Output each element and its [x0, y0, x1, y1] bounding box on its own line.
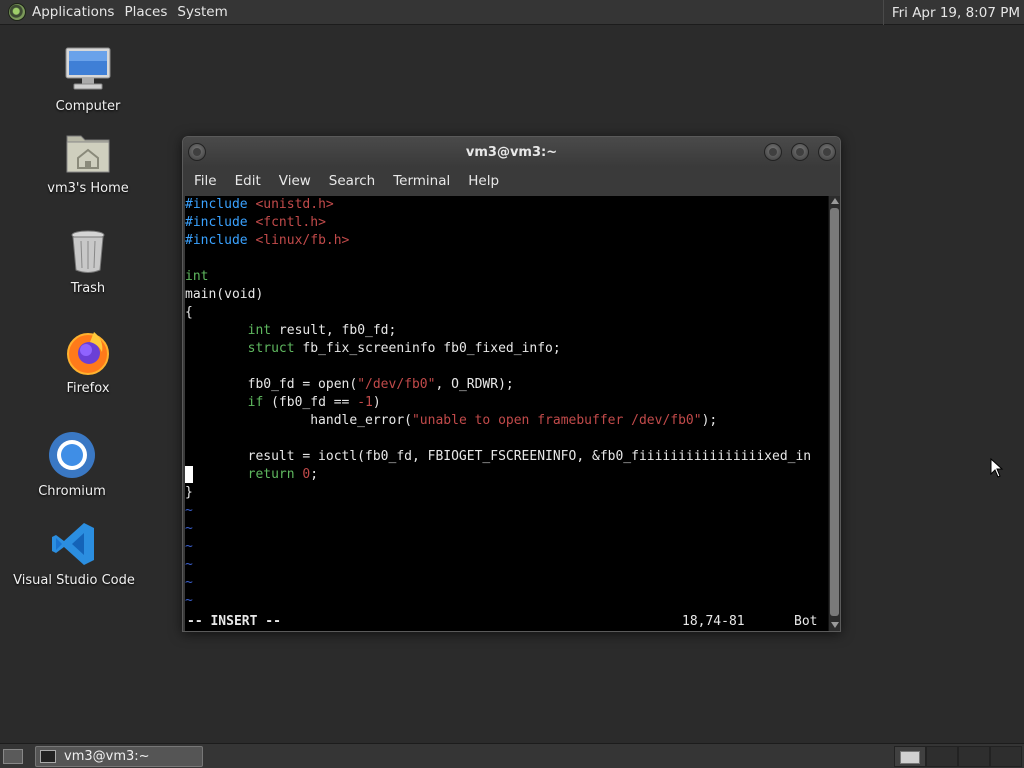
- trash-icon: [64, 228, 112, 276]
- desktop-icon-label: Visual Studio Code: [13, 573, 135, 588]
- scrollbar-thumb[interactable]: [830, 208, 839, 616]
- code-line: ~: [185, 557, 193, 572]
- code-line: handle_error("unable to open framebuffer…: [185, 413, 718, 428]
- desktop-icon-label: Computer: [55, 99, 121, 114]
- code-line: ~: [185, 503, 193, 518]
- system-menu[interactable]: System: [175, 0, 235, 25]
- code-line: #include <linux/fb.h>: [185, 233, 350, 248]
- places-menu-label: Places: [124, 4, 168, 20]
- code-line: #include <fcntl.h>: [185, 215, 326, 230]
- taskbar-terminal-label: vm3@vm3:~: [64, 749, 150, 764]
- taskbar-terminal-button[interactable]: vm3@vm3:~: [35, 746, 203, 767]
- places-menu[interactable]: Places: [122, 0, 175, 25]
- terminal-text-area[interactable]: #include <unistd.h> #include <fcntl.h> #in…: [185, 196, 828, 631]
- window-titlebar[interactable]: vm3@vm3:~: [183, 137, 840, 167]
- code-line: #include <unistd.h>: [185, 197, 334, 212]
- code-line: ~: [185, 521, 193, 536]
- cursor-position: 18,74-81: [682, 614, 745, 629]
- workspace-3[interactable]: [958, 746, 990, 767]
- code-line: fb0_fd = open("/dev/fb0", O_RDWR);: [185, 377, 514, 392]
- desktop-icon-home[interactable]: vm3's Home: [28, 128, 148, 196]
- home-folder-icon: [64, 128, 112, 176]
- desktop-icon-label: vm3's Home: [47, 181, 129, 196]
- code-line: int result, fb0_fd;: [247, 323, 397, 338]
- vim-status-line: -- INSERT -- 18,74-81 Bot: [185, 613, 828, 631]
- maximize-button[interactable]: [791, 143, 809, 161]
- chromium-icon: [48, 431, 96, 479]
- terminal-icon: [40, 750, 56, 763]
- desktop-icon-chromium[interactable]: Chromium: [12, 431, 132, 499]
- desktop-icon-label: Chromium: [38, 484, 106, 499]
- vim-mode-indicator: -- INSERT --: [187, 614, 281, 629]
- scroll-up-arrow-icon[interactable]: [831, 198, 839, 204]
- top-panel: Applications Places System Fri Apr 19, 8…: [0, 0, 1024, 25]
- terminal-scrollbar[interactable]: [828, 196, 840, 631]
- desktop-icon-firefox[interactable]: Firefox: [28, 328, 148, 396]
- workspace-2[interactable]: [926, 746, 958, 767]
- desktop-icon-vscode[interactable]: Visual Studio Code: [13, 520, 135, 588]
- code-line: ~: [185, 593, 193, 608]
- close-button[interactable]: [818, 143, 836, 161]
- menu-search[interactable]: Search: [320, 173, 384, 189]
- minimize-button[interactable]: [764, 143, 782, 161]
- terminal-window: vm3@vm3:~ File Edit View Search Terminal…: [182, 136, 841, 632]
- window-menu-button[interactable]: [188, 143, 206, 161]
- code-line: struct fb_fix_screeninfo fb0_fixed_info;: [247, 341, 561, 356]
- code-line: }: [185, 485, 193, 500]
- code-line: result = ioctl(fb0_fd, FBIOGET_FSCREENIN…: [185, 449, 812, 464]
- text-cursor: [185, 466, 193, 483]
- distro-logo-icon: [8, 3, 26, 21]
- show-desktop-icon[interactable]: [3, 749, 23, 764]
- menu-terminal[interactable]: Terminal: [384, 173, 459, 189]
- workspace-switcher: [894, 746, 1022, 767]
- code-editor: #include <unistd.h> #include <fcntl.h> #in…: [185, 196, 828, 610]
- scroll-down-arrow-icon[interactable]: [831, 622, 839, 628]
- bottom-panel: vm3@vm3:~: [0, 743, 1024, 768]
- scroll-position: Bot: [794, 614, 818, 629]
- desktop-icon-trash[interactable]: Trash: [28, 228, 148, 296]
- menu-help[interactable]: Help: [459, 173, 508, 189]
- applications-menu-label: Applications: [32, 4, 115, 20]
- code-line: ~: [185, 539, 193, 554]
- code-line: int: [185, 269, 209, 284]
- window-title: vm3@vm3:~: [465, 144, 558, 160]
- menu-file[interactable]: File: [185, 173, 226, 189]
- clock[interactable]: Fri Apr 19, 8:07 PM: [882, 0, 1020, 25]
- code-line: return 0;: [185, 466, 828, 484]
- firefox-icon: [64, 328, 112, 376]
- terminal-menubar: File Edit View Search Terminal Help: [183, 167, 840, 195]
- mouse-pointer-icon: [990, 458, 1004, 478]
- menu-edit[interactable]: Edit: [226, 173, 270, 189]
- computer-icon: [64, 46, 112, 94]
- code-line: main(void): [185, 287, 264, 302]
- desktop-icon-computer[interactable]: Computer: [28, 46, 148, 114]
- vscode-icon: [50, 520, 98, 568]
- code-line: {: [185, 305, 193, 320]
- applications-menu[interactable]: Applications: [0, 0, 122, 25]
- workspace-1[interactable]: [894, 746, 926, 767]
- workspace-4[interactable]: [990, 746, 1022, 767]
- code-line: ~: [185, 575, 193, 590]
- clock-label: Fri Apr 19, 8:07 PM: [891, 4, 1020, 21]
- desktop-icon-label: Trash: [70, 281, 106, 296]
- desktop-icon-label: Firefox: [66, 381, 110, 396]
- code-line: if (fb0_fd == -1): [247, 395, 381, 410]
- system-menu-label: System: [177, 4, 228, 20]
- menu-view[interactable]: View: [270, 173, 320, 189]
